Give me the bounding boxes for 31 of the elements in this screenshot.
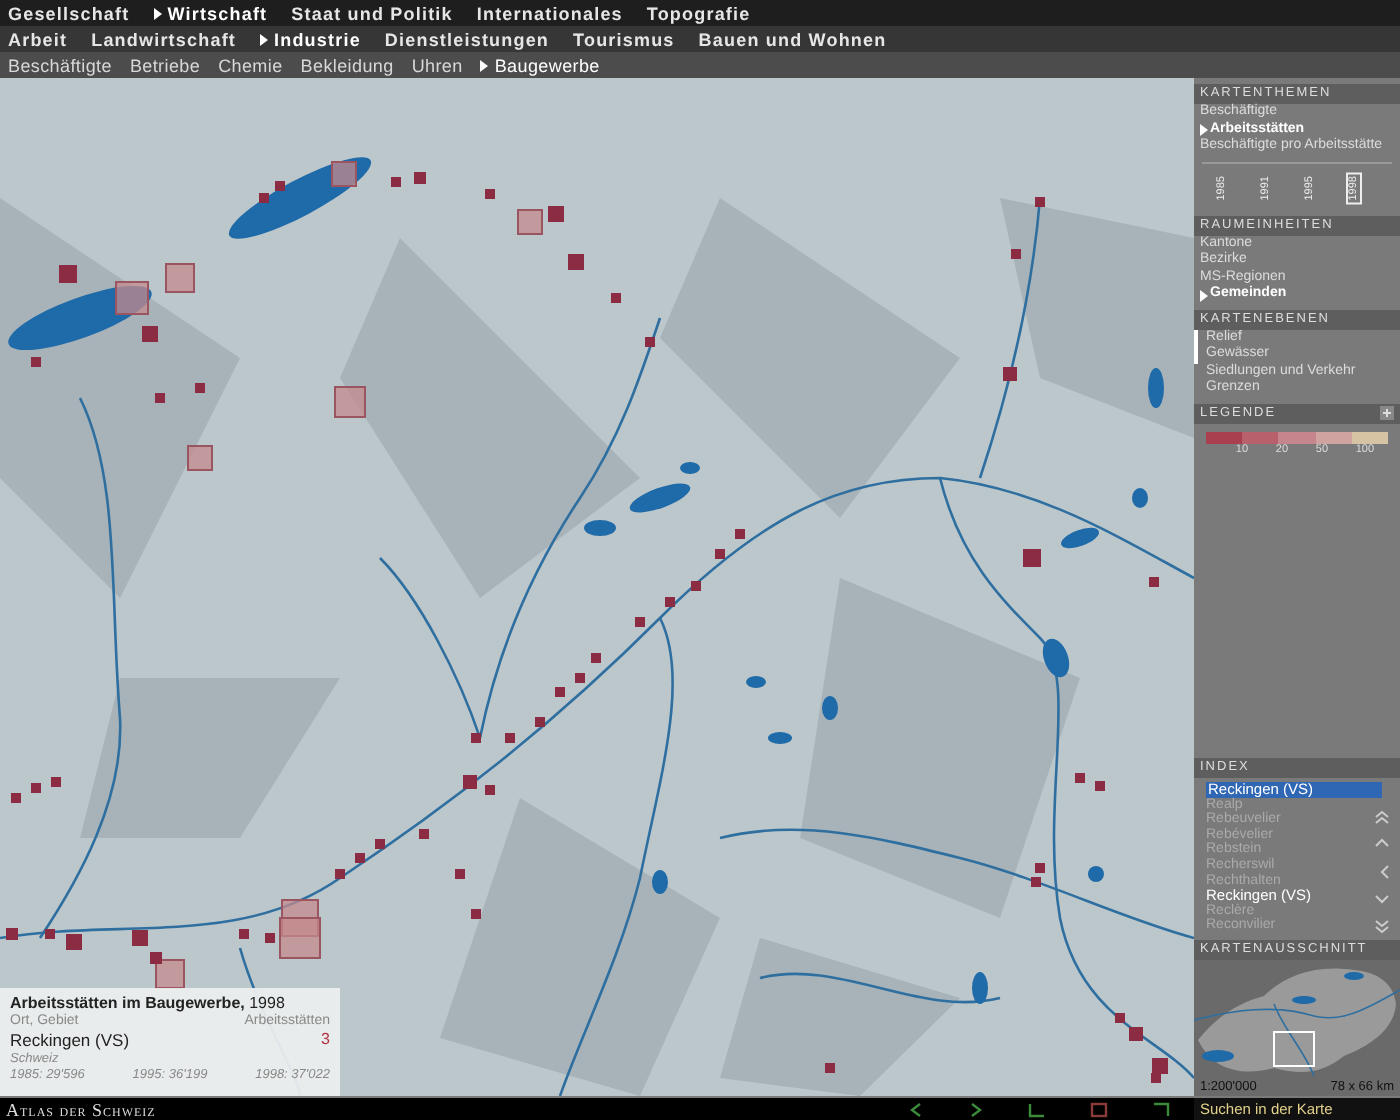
info-title: Arbeitsstätten im Baugewerbe, 1998: [10, 994, 287, 1012]
menu-item[interactable]: Landwirtschaft: [91, 29, 237, 49]
corner-icon[interactable]: [1028, 1101, 1046, 1117]
window-icon[interactable]: [1090, 1101, 1108, 1117]
arrow-left-icon[interactable]: [908, 1101, 924, 1117]
brand-name: Atlas der Schweiz: [4, 1099, 158, 1119]
menu-item[interactable]: Uhren: [411, 55, 463, 75]
relief-map-drawing[interactable]: [0, 78, 1194, 1096]
scroll-up-icon[interactable]: [1374, 838, 1390, 849]
scroll-bottom-icon[interactable]: [1374, 919, 1390, 934]
corner-icon[interactable]: [1152, 1101, 1170, 1117]
menu-item[interactable]: Bauen und Wohnen: [698, 29, 887, 49]
menu-item[interactable]: Bekleidung: [300, 55, 394, 75]
menu-item[interactable]: Dienstleistungen: [384, 29, 550, 49]
scroll-top-icon[interactable]: [1374, 809, 1390, 824]
overview-map-drawing[interactable]: [1194, 960, 1400, 1080]
menu-item[interactable]: Arbeit: [8, 29, 68, 49]
chevron-left-icon[interactable]: [1380, 863, 1390, 880]
menu-item[interactable]: Topografie: [646, 3, 751, 23]
menu-item[interactable]: Staat und Politik: [291, 3, 453, 23]
menu-item[interactable]: Beschäftigte: [8, 55, 112, 75]
menu-item[interactable]: Betriebe: [129, 55, 201, 75]
menu-item[interactable]: Chemie: [218, 55, 283, 75]
menu-item[interactable]: Tourismus: [573, 29, 675, 49]
place-value: 3: [321, 1030, 330, 1050]
place-name: Reckingen (VS): [10, 1030, 130, 1050]
arrow-right-icon[interactable]: [968, 1101, 984, 1117]
expand-icon[interactable]: [1380, 406, 1394, 421]
menu-item[interactable]: Internationales: [476, 3, 623, 23]
menu-item[interactable]: Gesellschaft: [8, 3, 130, 23]
scroll-down-icon[interactable]: [1374, 894, 1390, 905]
